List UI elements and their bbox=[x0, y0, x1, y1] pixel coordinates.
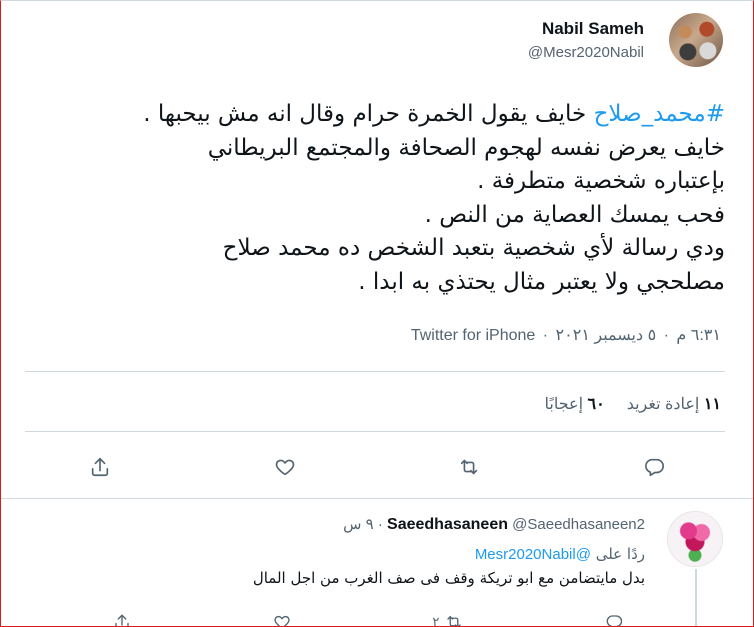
tweet-line-5: ودي رسالة لأي شخصية بتعبد الشخص ده محمد … bbox=[222, 235, 725, 261]
reply-separator: · bbox=[377, 516, 383, 533]
hashtag-link[interactable]: #محمد_صلاح bbox=[594, 101, 725, 127]
retweets-count: ١١ bbox=[703, 396, 721, 413]
tweet-line-4: فحب يمسك العصاية من النص . bbox=[424, 201, 725, 228]
reply-like-button[interactable] bbox=[273, 613, 291, 626]
reply-author-name[interactable]: Saeedhasaneen bbox=[387, 516, 508, 533]
reply-header: Saeedhasaneen @Saeedhasaneen2 · ٩ س bbox=[343, 515, 645, 534]
share-button[interactable] bbox=[87, 454, 113, 480]
reply-retweet-button[interactable]: ٢ bbox=[432, 613, 463, 627]
tweet-text: #محمد_صلاح خايف يقول الخمرة حرام وقال ان… bbox=[15, 98, 725, 299]
tweet-source[interactable]: Twitter for iPhone bbox=[411, 327, 536, 344]
reply-icon bbox=[644, 458, 664, 477]
author-handle[interactable]: @Mesr2020Nabil bbox=[528, 44, 644, 61]
reply-text: بدل مايتضامن مع ابو تريكة وقف فى صف الغر… bbox=[252, 569, 645, 587]
tweet-meta: ٦:٣١ م · ٥ ديسمبر ٢٠٢١ · Twitter for iPh… bbox=[411, 325, 721, 345]
reply-author-avatar[interactable] bbox=[667, 511, 723, 567]
tweet-line-2: خايف يعرض نفسه لهجوم الصحافة والمجتمع ال… bbox=[207, 134, 725, 161]
likes-count: ٦٠ bbox=[587, 396, 605, 413]
thread-line bbox=[695, 569, 697, 626]
replying-label: ردًا على bbox=[595, 545, 645, 563]
tweet-actions bbox=[87, 453, 667, 481]
divider bbox=[25, 371, 725, 372]
tweet-line-6: مصلحجي ولا يعتبر مثال يحتذي به ابدا . bbox=[358, 268, 725, 295]
tweet-date[interactable]: ٥ ديسمبر ٢٠٢١ bbox=[556, 327, 657, 344]
author-avatar[interactable] bbox=[669, 13, 723, 67]
retweet-icon bbox=[447, 616, 462, 626]
author-name[interactable]: Nabil Sameh bbox=[542, 19, 644, 39]
divider bbox=[1, 498, 753, 499]
replying-to: ردًا على @Mesr2020Nabil bbox=[475, 545, 645, 563]
reply-actions: ٢ bbox=[113, 611, 623, 627]
like-icon bbox=[274, 615, 290, 626]
meta-separator: · bbox=[542, 327, 549, 344]
tweet-stats: ١١ إعادة تغريد ٦٠ إعجابًا bbox=[545, 394, 721, 414]
likes-stat[interactable]: ٦٠ إعجابًا bbox=[545, 396, 605, 413]
reply-time[interactable]: ٩ س bbox=[343, 516, 374, 533]
share-icon bbox=[115, 614, 129, 626]
reply-author-handle[interactable]: @Saeedhasaneen2 bbox=[512, 516, 645, 533]
share-icon bbox=[91, 457, 109, 477]
divider bbox=[25, 431, 725, 432]
like-icon bbox=[275, 459, 294, 476]
retweets-stat[interactable]: ١١ إعادة تغريد bbox=[627, 396, 721, 413]
meta-separator: · bbox=[663, 327, 669, 344]
reply-retweet-count: ٢ bbox=[432, 614, 440, 627]
reply-button[interactable] bbox=[641, 454, 667, 480]
retweets-label: إعادة تغريد bbox=[626, 396, 700, 413]
tweet-time[interactable]: ٦:٣١ م bbox=[676, 327, 721, 344]
reply-reply-button[interactable] bbox=[605, 613, 623, 626]
retweet-button[interactable] bbox=[456, 454, 482, 480]
like-button[interactable] bbox=[272, 454, 298, 480]
tweet-line-1: خايف يقول الخمرة حرام وقال انه مش بيحبها… bbox=[143, 101, 594, 127]
tweet-line-3: بإعتباره شخصية متطرفة . bbox=[477, 168, 725, 194]
retweet-icon bbox=[461, 459, 478, 475]
tweet-detail-panel: Nabil Sameh @Mesr2020Nabil #محمد_صلاح خا… bbox=[0, 0, 754, 627]
replying-to-handle[interactable]: @Mesr2020Nabil bbox=[475, 546, 591, 563]
reply-share-button[interactable] bbox=[113, 613, 131, 626]
reply-icon bbox=[606, 615, 623, 626]
likes-label: إعجابًا bbox=[544, 396, 584, 413]
